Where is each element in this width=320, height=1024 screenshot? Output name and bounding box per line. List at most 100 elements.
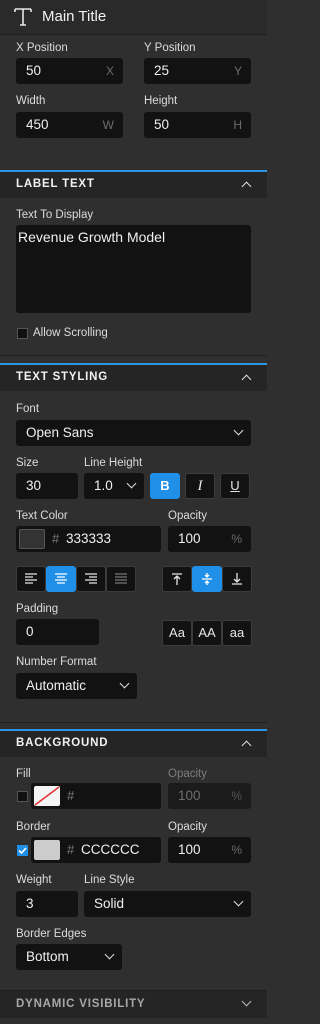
weight-label: Weight — [16, 874, 52, 886]
height-value: 50 — [154, 117, 170, 132]
line-style-label: Line Style — [84, 874, 135, 886]
line-style-value: Solid — [94, 896, 125, 911]
fill-color-field[interactable]: # — [31, 783, 161, 809]
italic-button[interactable]: I — [185, 473, 215, 499]
border-weight-input[interactable]: 3 — [16, 891, 78, 917]
hash-label: # — [67, 842, 75, 857]
dynamic-visibility-section-header[interactable]: DYNAMIC VISIBILITY — [0, 990, 267, 1018]
chevron-down-icon — [233, 896, 244, 907]
bold-button[interactable]: B — [150, 473, 180, 499]
y-position-label: Y Position — [144, 42, 196, 54]
border-opacity-value: 100 — [178, 842, 201, 857]
background-section-header[interactable]: BACKGROUND — [0, 729, 267, 757]
valign-bottom-icon — [232, 573, 242, 585]
line-height-select[interactable]: 1.0 — [84, 473, 144, 499]
y-position-input[interactable]: 25 Y — [144, 58, 251, 84]
padding-input[interactable]: 0 — [16, 619, 99, 645]
text-styling-section-title: TEXT STYLING — [16, 371, 109, 383]
border-color-field[interactable]: # CCCCCC — [31, 837, 161, 863]
label-text-section-header[interactable]: LABEL TEXT — [0, 170, 267, 198]
border-edges-select[interactable]: Bottom — [16, 944, 122, 970]
chevron-down-icon — [119, 678, 130, 689]
fill-opacity-value: 100 — [178, 788, 201, 803]
line-height-value: 1.0 — [94, 478, 113, 493]
chevron-up-icon[interactable] — [241, 740, 252, 751]
valign-top-button[interactable] — [162, 566, 192, 592]
chevron-up-icon[interactable] — [241, 181, 252, 192]
number-format-select[interactable]: Automatic — [16, 673, 137, 699]
align-center-icon — [55, 573, 67, 584]
valign-top-icon — [172, 573, 182, 585]
width-input[interactable]: 450 W — [16, 112, 123, 138]
case-upper-button[interactable]: AA — [192, 620, 222, 646]
chevron-down-icon — [104, 949, 115, 960]
x-position-input[interactable]: 50 X — [16, 58, 123, 84]
line-height-label: Line Height — [84, 457, 143, 469]
allow-scrolling-label: Allow Scrolling — [33, 327, 108, 339]
hash-label: # — [67, 788, 75, 803]
text-opacity-value: 100 — [178, 531, 201, 546]
line-style-select[interactable]: Solid — [84, 891, 251, 917]
text-to-display-value: Revenue Growth Model — [18, 229, 166, 245]
font-select[interactable]: Open Sans — [16, 420, 251, 446]
chevron-down-icon — [233, 425, 244, 436]
align-left-button[interactable] — [16, 566, 46, 592]
panel-title: Main Title — [42, 8, 107, 25]
font-size-input[interactable]: 30 — [16, 473, 78, 499]
case-title-button[interactable]: Aa — [162, 620, 192, 646]
text-color-field[interactable]: # 333333 — [16, 526, 161, 552]
font-size-value: 30 — [26, 478, 42, 493]
align-justify-button[interactable] — [106, 566, 136, 592]
h-unit-label: H — [233, 118, 242, 132]
valign-middle-button[interactable] — [192, 566, 222, 592]
width-value: 450 — [26, 117, 49, 132]
height-input[interactable]: 50 H — [144, 112, 251, 138]
size-label: Size — [16, 457, 39, 469]
text-color-swatch[interactable] — [19, 529, 45, 549]
no-fill-swatch[interactable] — [34, 786, 60, 806]
underline-button[interactable]: U — [220, 473, 250, 499]
no-color-icon — [34, 786, 60, 806]
label-text-section-title: LABEL TEXT — [16, 178, 95, 190]
text-styling-section-header[interactable]: TEXT STYLING — [0, 363, 267, 391]
w-unit-label: W — [102, 118, 114, 132]
padding-label: Padding — [16, 603, 59, 615]
border-weight-value: 3 — [26, 896, 34, 911]
border-edges-label: Border Edges — [16, 928, 87, 940]
border-opacity-input[interactable]: 100 % — [168, 837, 251, 863]
fill-checkbox[interactable] — [17, 791, 28, 802]
number-format-label: Number Format — [16, 656, 97, 668]
background-section-title: BACKGROUND — [16, 737, 109, 749]
align-justify-icon — [115, 573, 127, 584]
width-label: Width — [16, 95, 46, 107]
properties-header — [0, 0, 267, 34]
chevron-up-icon[interactable] — [241, 374, 252, 385]
fill-opacity-input[interactable]: 100 % — [168, 783, 251, 809]
text-to-display-textarea[interactable]: Revenue Growth Model — [16, 225, 251, 313]
border-checkbox[interactable] — [17, 845, 28, 856]
align-right-button[interactable] — [76, 566, 106, 592]
padding-value: 0 — [26, 624, 34, 639]
fill-label: Fill — [16, 768, 31, 780]
y-position-value: 25 — [154, 63, 170, 78]
border-label: Border — [16, 821, 51, 833]
align-center-button[interactable] — [46, 566, 76, 592]
percent-label: % — [231, 843, 242, 857]
chevron-down-icon[interactable] — [241, 996, 252, 1007]
text-opacity-input[interactable]: 100 % — [168, 526, 251, 552]
case-lower-button[interactable]: aa — [222, 620, 252, 646]
x-position-label: X Position — [16, 42, 68, 54]
align-right-icon — [85, 573, 97, 584]
font-value: Open Sans — [26, 425, 94, 440]
border-color-value: CCCCCC — [81, 842, 140, 857]
border-color-swatch[interactable] — [34, 840, 60, 860]
allow-scrolling-checkbox[interactable] — [17, 328, 28, 339]
font-label: Font — [16, 403, 40, 415]
border-opacity-label: Opacity — [168, 821, 207, 833]
text-color-value: 333333 — [66, 531, 112, 546]
x-unit-label: X — [105, 64, 114, 78]
align-left-icon — [25, 573, 37, 584]
valign-middle-icon — [202, 573, 212, 585]
checkmark-icon — [18, 847, 27, 855]
valign-bottom-button[interactable] — [222, 566, 252, 592]
